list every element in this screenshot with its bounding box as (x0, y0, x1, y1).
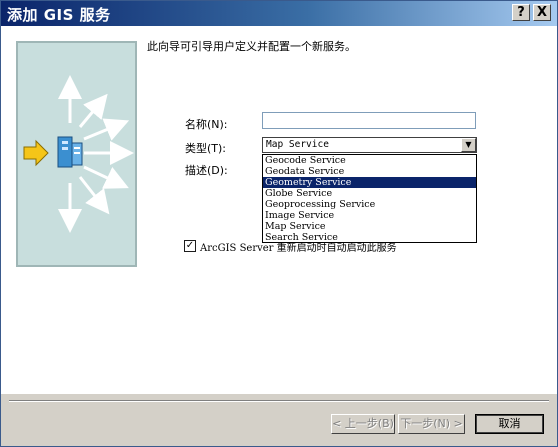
dialog-window: 添加 GIS 服务 ? X 此向导可引导用户定义并配置一个新服务。 名称(N):… (0, 0, 558, 447)
dropdown-option-geocode[interactable]: Geocode Service (263, 155, 476, 166)
chevron-down-icon[interactable]: ▼ (461, 138, 476, 152)
dropdown-option-image[interactable]: Image Service (263, 210, 476, 221)
server-icon (57, 136, 83, 168)
wizard-content: 此向导可引导用户定义并配置一个新服务。 名称(N): 类型(T): Map Se… (1, 26, 557, 394)
name-input[interactable] (262, 112, 476, 129)
type-label: 类型(T): (185, 142, 227, 155)
autostart-checkbox[interactable]: ✓ (184, 240, 196, 252)
window-title: 添加 GIS 服务 (7, 6, 111, 24)
close-button[interactable]: X (533, 4, 551, 21)
server-broadcast-icon (23, 75, 134, 233)
yellow-arrow-icon (23, 139, 49, 167)
dropdown-option-globe[interactable]: Globe Service (263, 188, 476, 199)
dropdown-option-geoprocessing[interactable]: Geoprocessing Service (263, 199, 476, 210)
next-button[interactable]: 下一步(N) > (398, 414, 465, 434)
type-dropdown-list[interactable]: Geocode Service Geodata Service Geometry… (262, 154, 477, 243)
help-button[interactable]: ? (512, 4, 530, 21)
cancel-button[interactable]: 取消 (475, 414, 544, 434)
dropdown-option-geodata[interactable]: Geodata Service (263, 166, 476, 177)
dropdown-option-map[interactable]: Map Service (263, 221, 476, 232)
name-label: 名称(N): (185, 118, 228, 131)
wizard-graphic-panel (16, 41, 137, 267)
description-label: 描述(D): (185, 164, 228, 177)
autostart-label[interactable]: ArcGIS Server 重新启动时自动启动此服务 (200, 239, 397, 254)
footer-separator-highlight (9, 401, 549, 402)
type-selected-value: Map Service (266, 139, 329, 150)
back-button[interactable]: < 上一步(B) (331, 414, 395, 434)
type-select[interactable]: Map Service ▼ (262, 137, 477, 153)
title-bar: 添加 GIS 服务 ? X (1, 1, 557, 26)
intro-text: 此向导可引导用户定义并配置一个新服务。 (147, 40, 356, 53)
dropdown-option-geometry[interactable]: Geometry Service (263, 177, 476, 188)
